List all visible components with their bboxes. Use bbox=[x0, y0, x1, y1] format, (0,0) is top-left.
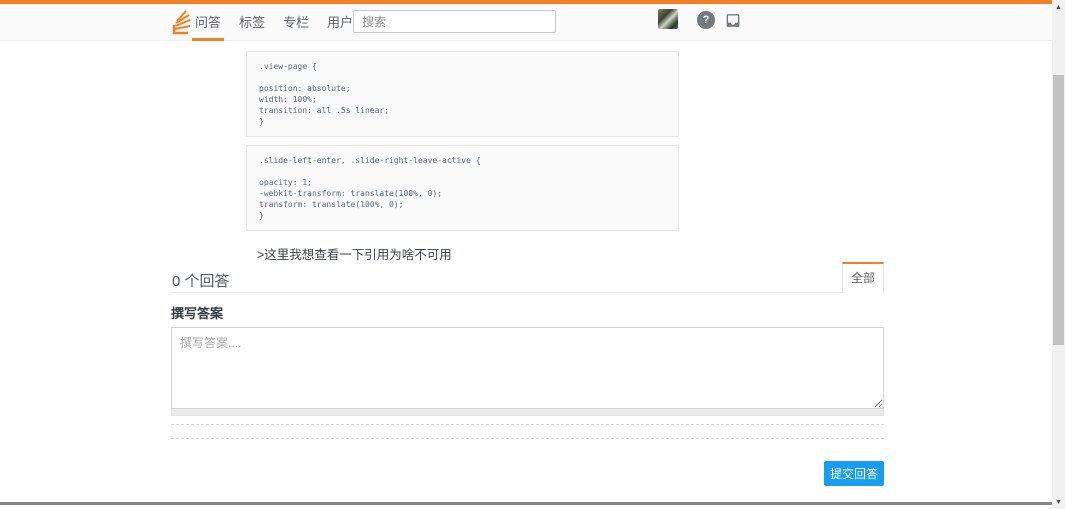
filter-tab-all[interactable]: 全部 bbox=[841, 262, 884, 293]
active-tab-underline bbox=[192, 38, 224, 41]
nav-item-questions[interactable]: 问答 bbox=[192, 4, 224, 41]
nav-item-label: 专栏 bbox=[283, 15, 310, 30]
scroll-up-arrow-icon[interactable]: ▲ bbox=[1052, 0, 1065, 14]
scrollbar-thumb[interactable] bbox=[1053, 75, 1064, 345]
segmentfault-logo-icon[interactable] bbox=[171, 10, 193, 36]
page: 问答 标签 专栏 用户 ? .view-page { position: abs… bbox=[0, 0, 1065, 509]
user-avatar[interactable] bbox=[658, 9, 678, 29]
answers-count: 0 个回答 bbox=[172, 273, 230, 290]
main-nav: 问答 标签 专栏 用户 bbox=[192, 4, 353, 41]
help-glyph: ? bbox=[702, 14, 710, 26]
vertical-scrollbar[interactable]: ▲ ▼ bbox=[1052, 0, 1065, 509]
compose-heading: 撰写答案 bbox=[171, 306, 224, 321]
question-body: .view-page { position: absolute; width: … bbox=[246, 51, 679, 263]
divider-dashed bbox=[171, 424, 884, 425]
question-note: >这里我想查看一下引用为啥不可用 bbox=[257, 248, 452, 262]
code-block: .slide-left-enter, .slide-right-leave-ac… bbox=[246, 145, 679, 231]
inbox-icon[interactable] bbox=[724, 12, 742, 29]
submit-answer-button[interactable]: 提交回答 bbox=[824, 461, 884, 486]
editor-bottom-bar bbox=[171, 409, 884, 416]
code-block: .view-page { position: absolute; width: … bbox=[246, 51, 679, 137]
answer-textarea[interactable] bbox=[171, 327, 884, 409]
nav-item-label: 用户 bbox=[327, 15, 354, 30]
header: 问答 标签 专栏 用户 ? bbox=[0, 4, 1052, 41]
footer-divider bbox=[0, 502, 1052, 505]
nav-item-label: 问答 bbox=[195, 15, 222, 30]
nav-item-columns[interactable]: 专栏 bbox=[283, 4, 309, 41]
search-input[interactable] bbox=[353, 10, 556, 33]
nav-item-tags[interactable]: 标签 bbox=[239, 4, 265, 41]
nav-item-label: 标签 bbox=[239, 15, 266, 30]
help-icon[interactable]: ? bbox=[697, 11, 715, 29]
divider-dashed bbox=[171, 438, 884, 439]
nav-item-users[interactable]: 用户 bbox=[327, 4, 353, 41]
answer-editor bbox=[171, 327, 884, 416]
answers-header: 0 个回答 全部 bbox=[171, 262, 884, 293]
scroll-down-arrow-icon[interactable]: ▼ bbox=[1052, 495, 1065, 509]
